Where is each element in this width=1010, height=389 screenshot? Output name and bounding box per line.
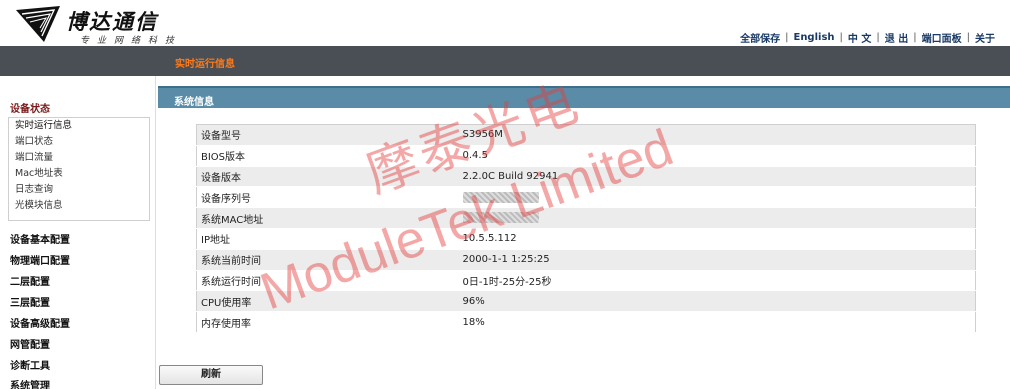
info-key: 系统MAC地址 [196, 207, 459, 229]
info-key: 设备型号 [196, 124, 459, 146]
sidebar-group-diagnostics[interactable]: 诊断工具 [10, 357, 50, 372]
redacted-blur [462, 191, 539, 203]
table-row: BIOS版本 0.4.5 [196, 145, 976, 167]
logo-subtitle: 专业网络科技 [80, 36, 183, 46]
table-row: 设备序列号 [196, 186, 976, 209]
nav-bar: 实时运行信息 [0, 46, 1010, 76]
table-row: 设备版本 2.2.0C Build 92941 [196, 166, 976, 188]
sidebar-group-layer3[interactable]: 三层配置 [10, 294, 50, 309]
sidebar: 设备状态 实时运行信息 端口状态 端口流量 Mac地址表 日志查询 光模块信息 … [0, 76, 156, 389]
table-row: 系统当前时间 2000-1-1 1:25:25 [196, 249, 976, 271]
info-value: 0.4.5 [458, 145, 976, 167]
info-key: 系统运行时间 [196, 270, 459, 292]
info-value: 0日-1时-25分-25秒 [458, 270, 976, 292]
info-key: 设备版本 [196, 166, 459, 188]
info-value-redacted [458, 186, 976, 209]
chinese-link[interactable]: 中 文 [843, 30, 876, 45]
sidebar-item-mac-table[interactable]: Mac地址表 [9, 166, 149, 182]
sidebar-group-advanced[interactable]: 设备高级配置 [10, 315, 70, 330]
info-value: 2.2.0C Build 92941 [458, 166, 976, 188]
redacted-blur [462, 212, 539, 224]
info-value: 10.5.5.112 [458, 228, 976, 250]
info-value: 18% [458, 311, 976, 333]
logo-mark-icon [16, 6, 60, 42]
table-row: 内存使用率 18% [196, 311, 976, 333]
sidebar-item-port-status[interactable]: 端口状态 [9, 134, 149, 150]
sidebar-submenu: 实时运行信息 端口状态 端口流量 Mac地址表 日志查询 光模块信息 [8, 117, 150, 221]
table-row: 设备型号 S3956M [196, 124, 976, 146]
table-row: 系统运行时间 0日-1时-25分-25秒 [196, 270, 976, 292]
sidebar-group-layer2[interactable]: 二层配置 [10, 273, 50, 288]
port-panel-link[interactable]: 端口面板 [917, 30, 967, 45]
save-all-link[interactable]: 全部保存 [735, 30, 785, 45]
sidebar-group-physical-port[interactable]: 物理端口配置 [10, 252, 70, 267]
info-key: CPU使用率 [196, 290, 459, 313]
table-row: CPU使用率 96% [196, 290, 976, 313]
refresh-button[interactable]: 刷新 [159, 365, 263, 385]
info-key: IP地址 [196, 228, 459, 250]
info-value: S3956M [458, 124, 976, 146]
panel-header: 系统信息 [158, 86, 1010, 108]
panel-title: 系统信息 [174, 97, 214, 108]
info-value-redacted [458, 207, 976, 229]
info-key: BIOS版本 [196, 145, 459, 167]
sidebar-group-network-mgmt[interactable]: 网管配置 [10, 336, 50, 351]
header: 博达通信 专业网络科技 全部保存 | English | 中 文 | 退 出 |… [0, 0, 1010, 46]
sidebar-item-log-query[interactable]: 日志查询 [9, 182, 149, 198]
sidebar-group-system-mgmt[interactable]: 系统管理 [10, 377, 50, 389]
info-value: 2000-1-1 1:25:25 [458, 249, 976, 271]
info-key: 内存使用率 [196, 311, 459, 333]
sidebar-section-device-status[interactable]: 设备状态 [10, 100, 50, 115]
info-value: 96% [458, 290, 976, 313]
sidebar-item-optical-module[interactable]: 光模块信息 [9, 198, 149, 214]
sidebar-item-realtime-info[interactable]: 实时运行信息 [9, 118, 149, 134]
sidebar-item-port-traffic[interactable]: 端口流量 [9, 150, 149, 166]
logo-title: 博达通信 [66, 9, 158, 34]
table-row: IP地址 10.5.5.112 [196, 228, 976, 250]
system-info-table: 设备型号 S3956M BIOS版本 0.4.5 设备版本 2.2.0C Bui… [196, 124, 976, 333]
sidebar-group-basic-config[interactable]: 设备基本配置 [10, 231, 70, 246]
logout-link[interactable]: 退 出 [880, 30, 913, 45]
tab-realtime-info[interactable]: 实时运行信息 [175, 55, 235, 70]
info-key: 设备序列号 [196, 186, 459, 209]
logo: 博达通信 专业网络科技 [14, 4, 194, 46]
top-links: 全部保存 | English | 中 文 | 退 出 | 端口面板 | 关于 [735, 30, 1000, 45]
about-link[interactable]: 关于 [970, 30, 1000, 45]
english-link[interactable]: English [788, 32, 839, 43]
table-row: 系统MAC地址 [196, 207, 976, 229]
info-key: 系统当前时间 [196, 249, 459, 271]
